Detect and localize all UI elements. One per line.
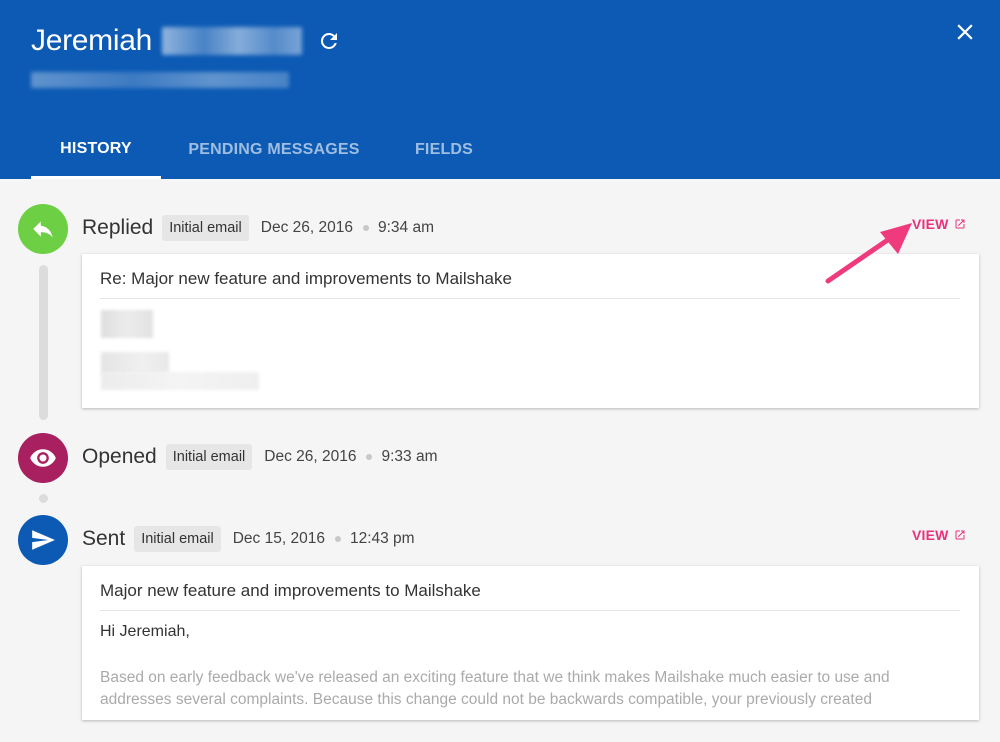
tab-fields[interactable]: FIELDS [387,121,501,179]
close-icon[interactable] [952,19,978,45]
view-label: VIEW [912,527,949,543]
refresh-icon[interactable] [316,28,342,54]
view-reply-link[interactable]: VIEW [912,216,966,232]
campaign-badge: Initial email [165,444,253,470]
send-icon [18,515,68,565]
contact-header: Jeremiah HISTORY PENDING MESSAGES FIELDS [0,0,1000,179]
timeline-line [39,265,48,420]
event-date: Dec 26, 2016 [264,448,357,465]
message-greeting: Hi Jeremiah, [100,623,190,640]
redacted-text [101,372,259,390]
event-date: Dec 15, 2016 [232,530,325,547]
separator-dot [366,454,373,460]
tab-pending-messages[interactable]: PENDING MESSAGES [161,121,387,179]
event-row-opened: Opened Initial email Dec 26, 2016 9:33 a… [82,442,438,472]
contact-name: Jeremiah [31,24,152,57]
reply-icon [18,204,68,254]
separator-dot [334,536,341,542]
event-type: Sent [82,527,126,550]
contact-name-row: Jeremiah [31,24,342,58]
divider [100,610,960,611]
divider [100,298,960,299]
campaign-badge: Initial email [134,526,221,552]
external-link-icon [955,530,965,540]
eye-icon [18,433,68,483]
tab-history[interactable]: HISTORY [31,121,161,179]
redacted-text [101,310,153,338]
event-time: 9:34 am [377,219,434,236]
event-type: Opened [82,445,157,468]
event-type: Replied [82,216,154,239]
event-time: 12:43 pm [349,530,415,547]
event-date: Dec 26, 2016 [260,219,353,236]
separator-dot [362,225,369,231]
message-subject: Re: Major new feature and improvements t… [100,269,512,288]
timeline-dot [39,494,48,503]
message-body-preview: Based on early feedback we've released a… [100,669,890,708]
redacted-surname [161,27,302,55]
redacted-email [31,72,289,88]
event-time: 9:33 am [381,448,438,465]
tab-bar: HISTORY PENDING MESSAGES FIELDS [31,121,501,179]
message-subject: Major new feature and improvements to Ma… [100,581,481,600]
campaign-badge: Initial email [162,215,249,241]
redacted-text [101,352,169,374]
event-row-replied: Replied Initial email Dec 26, 2016 9:34 … [82,213,434,243]
annotation-arrow [825,223,912,284]
event-row-sent: Sent Initial email Dec 15, 2016 12:43 pm [82,524,415,554]
external-link-icon [955,219,965,229]
view-sent-link[interactable]: VIEW [912,527,966,543]
sent-message-card[interactable]: Major new feature and improvements to Ma… [82,566,979,720]
